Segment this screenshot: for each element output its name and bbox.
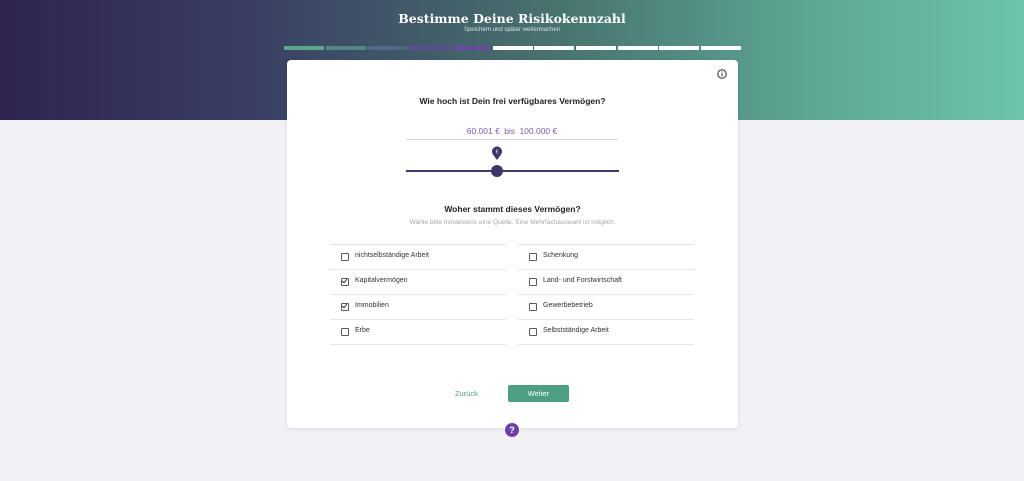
option-gewerbebetrieb[interactable]: Gewerbebetrieb	[518, 294, 694, 319]
wealth-range-display: 60.001 € bis 100.000 €	[406, 126, 618, 140]
option-selbststaendige-arbeit[interactable]: Selbstständige Arbeit	[518, 319, 694, 345]
option-schenkung[interactable]: Schenkung	[518, 244, 694, 269]
checkbox-icon[interactable]	[529, 328, 537, 336]
checkbox-checked-icon[interactable]	[341, 303, 349, 311]
option-erbe[interactable]: Erbe	[330, 319, 506, 345]
help-button[interactable]: ?	[505, 423, 519, 437]
option-label: nichtselbständige Arbeit	[355, 252, 429, 259]
back-link[interactable]: Zurück	[455, 389, 479, 398]
options-column-left: nichtselbständige Arbeit Kapitalvermögen…	[330, 244, 506, 345]
next-button[interactable]: Weiter	[508, 385, 569, 402]
checkbox-icon[interactable]	[529, 278, 537, 286]
progress-bar	[284, 46, 741, 50]
progress-segment	[701, 46, 741, 50]
progress-segment	[450, 46, 491, 50]
question-wealth: Wie hoch ist Dein frei verfügbares Vermö…	[419, 96, 606, 106]
source-hint: Wähle bitte mindestens eine Quelle. Eine…	[409, 219, 616, 226]
page-title: Bestimme Deine Risikokennzahl	[398, 11, 626, 26]
checkbox-icon[interactable]	[341, 328, 349, 336]
range-to: 100.000 €	[519, 126, 558, 136]
options-column-right: Schenkung Land- und Forstwirtschaft Gewe…	[518, 244, 694, 345]
progress-segment	[492, 46, 533, 50]
progress-segment	[617, 46, 658, 50]
progress-segment	[284, 46, 324, 50]
checkbox-icon[interactable]	[529, 253, 537, 261]
progress-segment	[409, 46, 450, 50]
option-label: Selbstständige Arbeit	[543, 327, 609, 334]
option-label: Immobilien	[355, 302, 389, 309]
pin-currency-symbol: €	[496, 150, 499, 156]
progress-segment	[659, 46, 700, 50]
checkbox-checked-icon[interactable]	[341, 278, 349, 286]
option-immobilien[interactable]: Immobilien	[330, 294, 506, 319]
option-land-forstwirtschaft[interactable]: Land- und Forstwirtschaft	[518, 269, 694, 294]
range-from: 60.001 €	[466, 126, 500, 136]
progress-segment	[367, 46, 408, 50]
option-label: Erbe	[355, 327, 370, 334]
option-label: Kapitalvermögen	[355, 277, 408, 284]
progress-segment	[575, 46, 616, 50]
checkbox-icon[interactable]	[529, 303, 537, 311]
option-label: Gewerbebetrieb	[543, 302, 593, 309]
question-card: Wie hoch ist Dein frei verfügbares Vermö…	[287, 60, 738, 428]
option-label: Land- und Forstwirtschaft	[543, 277, 622, 284]
info-icon[interactable]	[717, 69, 727, 79]
wealth-slider-handle[interactable]	[491, 165, 503, 177]
question-source: Woher stammt dieses Vermögen?	[444, 204, 581, 214]
progress-segment	[325, 46, 366, 50]
location-pin-icon: €	[492, 146, 502, 160]
wealth-slider-track[interactable]	[406, 170, 619, 172]
option-label: Schenkung	[543, 252, 579, 259]
option-kapitalvermoegen[interactable]: Kapitalvermögen	[330, 269, 506, 294]
save-later-link[interactable]: Speichern und später weitermachen	[0, 27, 1024, 33]
option-nichtselbstaendige-arbeit[interactable]: nichtselbständige Arbeit	[330, 244, 506, 269]
range-separator: bis	[504, 126, 516, 136]
checkbox-icon[interactable]	[341, 253, 349, 261]
progress-segment	[534, 46, 575, 50]
